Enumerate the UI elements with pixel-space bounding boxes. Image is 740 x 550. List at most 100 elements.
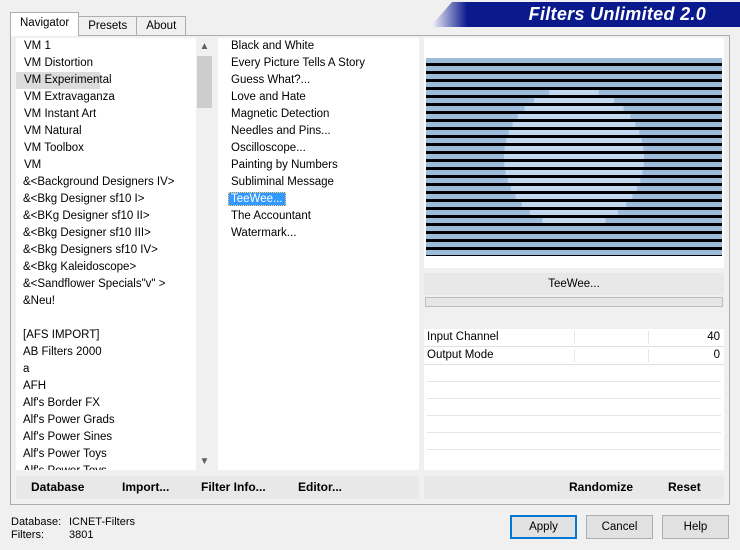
filter-preview [424, 38, 724, 268]
category-item[interactable]: Alf's Power Grads [16, 412, 196, 429]
current-filter-name: TeeWee... [424, 273, 724, 295]
filter-item[interactable]: Oscilloscope... [218, 140, 419, 157]
param-value: 0 [713, 349, 720, 361]
import-button[interactable]: Import... [122, 479, 169, 495]
filter-item[interactable]: Painting by Numbers [218, 157, 419, 174]
status-info: Database: ICNET-Filters Filters: 3801 [11, 516, 135, 542]
category-item[interactable]: [AFS IMPORT] [16, 327, 196, 344]
filter-item[interactable]: Magnetic Detection [218, 106, 419, 123]
preview-stripe [426, 82, 722, 87]
filter-item[interactable]: Love and Hate [218, 89, 419, 106]
category-item[interactable]: &<Bkg Designer sf10 III> [16, 225, 196, 242]
tab-presets[interactable]: Presets [78, 16, 138, 36]
category-item[interactable]: VM [16, 157, 196, 174]
preview-circle-segment [515, 194, 633, 199]
category-item[interactable]: VM Experimental [16, 72, 112, 89]
randomize-button[interactable]: Randomize [569, 479, 633, 495]
help-button[interactable]: Help [662, 515, 729, 539]
preview-stripe [426, 74, 722, 79]
preview-circle-segment [534, 98, 614, 103]
category-item[interactable]: &<Background Designers IV> [16, 174, 196, 191]
filter-info-button[interactable]: Filter Info... [201, 479, 266, 495]
param-divider [427, 381, 721, 382]
filter-item[interactable]: Guess What?... [218, 72, 419, 89]
filter-item[interactable]: Subliminal Message [218, 174, 419, 191]
preview-circle-segment [530, 210, 618, 215]
preview-circle-segment [517, 114, 631, 119]
param-row-output-mode[interactable]: Output Mode 0 [424, 347, 724, 365]
scroll-down-icon[interactable]: ▼ [196, 453, 213, 470]
category-item[interactable]: AFH [16, 378, 196, 395]
param-row-input-channel[interactable]: Input Channel 40 [424, 329, 724, 347]
param-value: 40 [707, 331, 720, 343]
preview-circle-segment [507, 178, 641, 183]
editor-button[interactable]: Editor... [298, 479, 342, 495]
filter-item-label: Needles and Pins... [231, 125, 331, 137]
preview-circle-segment [505, 170, 643, 175]
filter-item[interactable]: Watermark... [218, 225, 419, 242]
preview-image [426, 58, 722, 256]
scrollbar-thumb[interactable] [197, 56, 212, 108]
category-list[interactable]: VM 1 VM Distortion VM Experimental VM Extra… [16, 38, 196, 470]
param-divider [427, 432, 721, 433]
category-item[interactable]: VM Extravaganza [16, 89, 196, 106]
preview-circle-segment [542, 218, 606, 223]
apply-button[interactable]: Apply [510, 515, 577, 539]
param-divider [427, 449, 721, 450]
preview-circle-segment [504, 162, 644, 167]
category-item[interactable]: Alf's Border FX [16, 395, 196, 412]
parameter-panel: Input Channel 40 Output Mode 0 [424, 329, 724, 470]
filter-item-label: Every Picture Tells A Story [231, 57, 366, 69]
category-item[interactable] [16, 310, 196, 327]
preview-stripe [426, 234, 722, 239]
category-item[interactable]: AB Filters 2000 [16, 344, 196, 361]
category-item[interactable]: Alf's Power Sines [16, 429, 196, 446]
param-label: Input Channel [427, 331, 499, 343]
category-item[interactable]: &<BKg Designer sf10 II> [16, 208, 196, 225]
progress-bar [425, 297, 723, 307]
param-divider [427, 415, 721, 416]
category-scrollbar[interactable]: ▲ ▼ [196, 38, 213, 470]
category-item[interactable]: VM Natural [16, 123, 196, 140]
category-item[interactable]: VM Toolbox [16, 140, 196, 157]
filter-item[interactable]: Needles and Pins... [218, 123, 419, 140]
category-item[interactable]: VM 1 [16, 38, 196, 55]
preview-circle-segment [521, 202, 627, 207]
preview-stripe [426, 226, 722, 231]
category-item[interactable]: VM Distortion [16, 55, 196, 72]
preview-circle-segment [508, 130, 640, 135]
preview-circle-segment [504, 154, 644, 159]
filter-item[interactable]: TeeWee... [218, 191, 419, 208]
filter-list[interactable]: Black and White Every Picture Tells A Sto… [218, 38, 419, 470]
param-label: Output Mode [427, 349, 494, 361]
filter-item[interactable]: Every Picture Tells A Story [218, 55, 419, 72]
filter-item-label: Subliminal Message [231, 176, 334, 188]
cancel-button[interactable]: Cancel [586, 515, 653, 539]
preview-circle-segment [504, 146, 644, 151]
category-item[interactable]: &<Bkg Designers sf10 IV> [16, 242, 196, 259]
param-divider [427, 398, 721, 399]
category-item[interactable]: &<Bkg Designer sf10 I> [16, 191, 196, 208]
database-button[interactable]: Database [31, 479, 84, 495]
category-item[interactable]: VM Instant Art [16, 106, 196, 123]
category-item[interactable]: &<Bkg Kaleidoscope> [16, 259, 196, 276]
filters-count: 3801 [69, 529, 94, 541]
preview-circle-segment [510, 186, 638, 191]
app-title-banner: Filters Unlimited 2.0 [430, 2, 740, 27]
filter-item-label: Magnetic Detection [231, 108, 330, 120]
filter-item[interactable]: Black and White [218, 38, 419, 55]
category-item[interactable]: Alf's Power Toys [16, 446, 196, 463]
preview-circle-segment [512, 122, 636, 127]
category-item[interactable]: &<Sandflower Specials"v" > [16, 276, 196, 293]
scroll-up-icon[interactable]: ▲ [196, 38, 213, 55]
category-item[interactable]: Alf's Power Toys [16, 463, 196, 470]
filter-item-label: The Accountant [231, 210, 311, 222]
filter-item-label: Painting by Numbers [231, 159, 338, 171]
category-item[interactable]: a [16, 361, 196, 378]
category-item[interactable]: &Neu! [16, 293, 196, 310]
tab-about[interactable]: About [136, 16, 187, 36]
filter-item-label: Watermark... [231, 227, 297, 239]
tab-navigator[interactable]: Navigator [10, 12, 80, 36]
reset-button[interactable]: Reset [668, 479, 701, 495]
filter-item[interactable]: The Accountant [218, 208, 419, 225]
